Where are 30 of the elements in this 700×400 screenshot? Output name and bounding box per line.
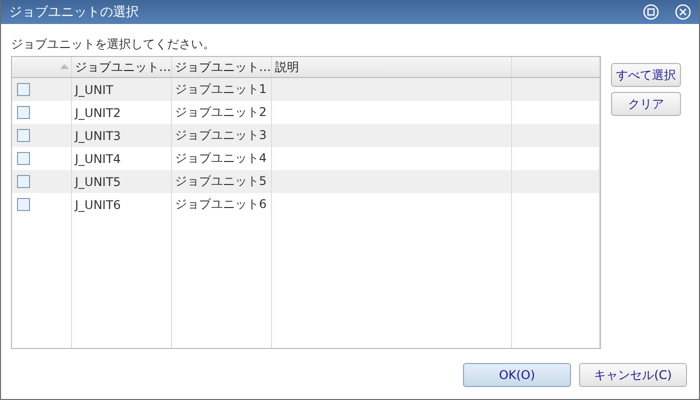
clear-button[interactable]: クリア [611, 92, 681, 116]
sort-arrow-icon[interactable] [60, 64, 69, 69]
cancel-button[interactable]: キャンセル(C) [579, 363, 687, 387]
column-header[interactable]: ジョブユニット… [72, 57, 172, 77]
checkbox[interactable] [17, 106, 30, 119]
ok-button[interactable]: OK(O) [463, 363, 571, 387]
table-cell: ジョブユニット1 [175, 81, 267, 98]
column-header[interactable]: ジョブユニット… [172, 57, 272, 77]
checkbox[interactable] [17, 175, 30, 188]
table-cell: J_UNIT4 [75, 152, 121, 166]
maximize-icon[interactable] [643, 4, 659, 20]
table-cell: ジョブユニット4 [175, 150, 267, 167]
table-cell: J_UNIT2 [75, 106, 121, 120]
table-cell: J_UNIT [75, 82, 114, 96]
column-header[interactable]: 説明 [272, 57, 512, 77]
close-icon[interactable] [675, 4, 691, 20]
checkbox[interactable] [17, 83, 30, 96]
table-cell: ジョブユニット2 [175, 104, 267, 121]
select-all-button[interactable]: すべて選択 [611, 63, 681, 87]
checkbox[interactable] [17, 198, 30, 211]
checkbox[interactable] [17, 152, 30, 165]
table-cell: ジョブユニット5 [175, 173, 267, 190]
table-cell: J_UNIT6 [75, 198, 121, 212]
instruction-text: ジョブユニットを選択してください。 [11, 36, 216, 53]
table-cell: ジョブユニット6 [175, 196, 267, 213]
window-title: ジョブユニットの選択 [9, 4, 140, 21]
checkbox[interactable] [17, 129, 30, 142]
table-cell: J_UNIT5 [75, 174, 121, 188]
table-cell: J_UNIT3 [75, 128, 121, 142]
table-cell: ジョブユニット3 [175, 127, 267, 144]
